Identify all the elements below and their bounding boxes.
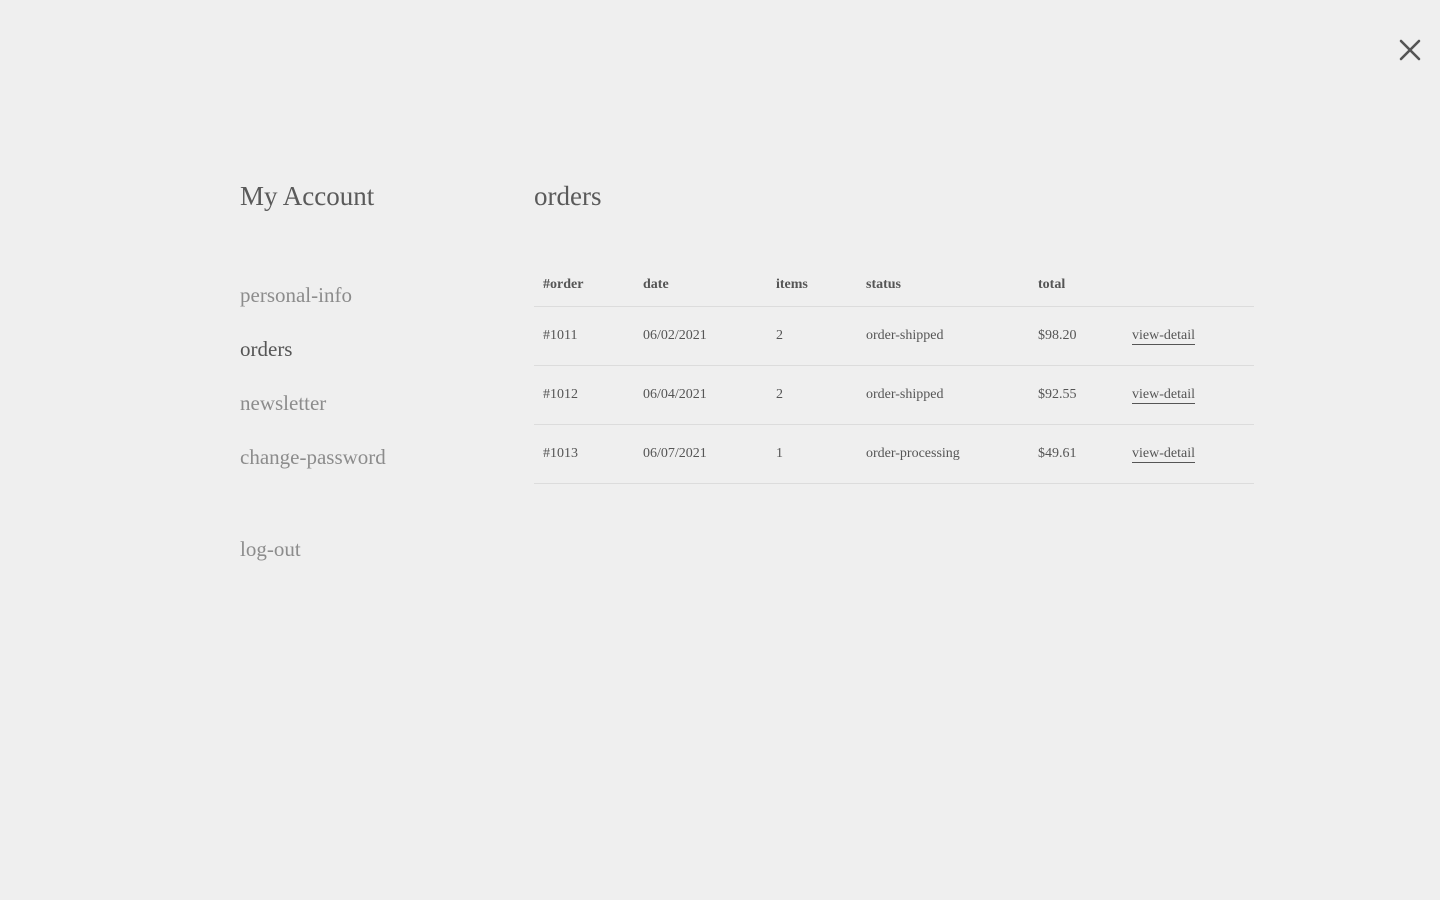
order-status: order-shipped	[857, 365, 1029, 425]
order-action-cell: view-detail	[1123, 424, 1254, 484]
view-detail-link[interactable]: view-detail	[1132, 328, 1195, 345]
nav-item-change-password[interactable]: change-password	[240, 442, 386, 472]
nav-item-orders[interactable]: orders	[240, 334, 386, 364]
nav-item-newsletter[interactable]: newsletter	[240, 388, 386, 418]
order-total: $92.55	[1029, 365, 1123, 425]
order-action-cell: view-detail	[1123, 365, 1254, 425]
section-title: orders	[534, 181, 602, 211]
order-number: #1011	[534, 306, 634, 366]
account-nav: personal-info orders newsletter change-p…	[240, 280, 386, 496]
column-header-items: items	[767, 264, 857, 307]
table-row: #1011 06/02/2021 2 order-shipped $98.20 …	[534, 306, 1254, 366]
orders-section: orders #order date items status total #1…	[534, 176, 1254, 484]
table-row: #1012 06/04/2021 2 order-shipped $92.55 …	[534, 365, 1254, 425]
orders-table: #order date items status total #1011 06/…	[534, 264, 1254, 484]
table-row: #1013 06/07/2021 1 order-processing $49.…	[534, 424, 1254, 484]
column-header-order: #order	[534, 264, 634, 307]
column-header-date: date	[634, 264, 767, 307]
view-detail-link[interactable]: view-detail	[1132, 387, 1195, 404]
table-header-row: #order date items status total	[534, 264, 1254, 307]
close-icon	[1399, 39, 1421, 61]
view-detail-link[interactable]: view-detail	[1132, 446, 1195, 463]
order-status: order-processing	[857, 424, 1029, 484]
order-date: 06/02/2021	[634, 306, 767, 366]
column-header-action	[1123, 264, 1254, 307]
order-items: 2	[767, 365, 857, 425]
order-items: 2	[767, 306, 857, 366]
account-sidebar: My Account personal-info orders newslett…	[240, 176, 500, 561]
account-title: My Account	[240, 181, 375, 211]
order-action-cell: view-detail	[1123, 306, 1254, 366]
account-page: My Account personal-info orders newslett…	[0, 0, 1440, 900]
column-header-status: status	[857, 264, 1029, 307]
order-date: 06/07/2021	[634, 424, 767, 484]
logout-link[interactable]: log-out	[240, 534, 301, 564]
column-header-total: total	[1029, 264, 1123, 307]
order-date: 06/04/2021	[634, 365, 767, 425]
order-items: 1	[767, 424, 857, 484]
order-total: $98.20	[1029, 306, 1123, 366]
order-number: #1013	[534, 424, 634, 484]
close-button[interactable]	[1396, 36, 1424, 64]
order-number: #1012	[534, 365, 634, 425]
order-total: $49.61	[1029, 424, 1123, 484]
nav-item-personal-info[interactable]: personal-info	[240, 280, 386, 310]
order-status: order-shipped	[857, 306, 1029, 366]
